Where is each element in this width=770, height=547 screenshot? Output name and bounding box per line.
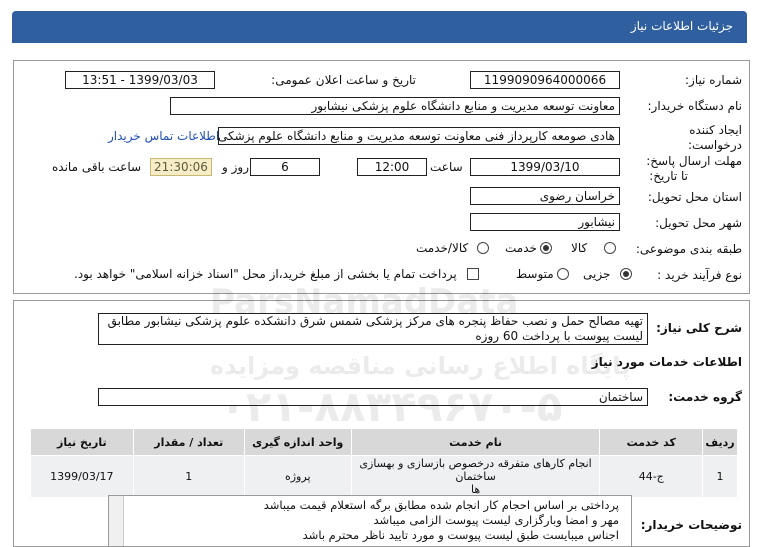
- process-radio-minor[interactable]: [620, 268, 632, 280]
- deadline-date-field: 1399/03/10: [470, 158, 620, 176]
- row-name: انجام کارهای متفرقه درخصوص بازسازی و بهس…: [350, 455, 601, 498]
- summary-line-2: لیست پیوست با پرداخت 60 روزه: [475, 329, 643, 343]
- days-field: 6: [250, 158, 320, 176]
- notes-line-1: پرداختی بر اساس احجام کار انجام شده مطاب…: [263, 498, 619, 512]
- services-section-title: اطلاعات خدمات مورد نیاز: [591, 355, 742, 369]
- category-radio-goods[interactable]: [604, 242, 616, 254]
- announce-date-label: تاریخ و ساعت اعلان عمومی:: [271, 73, 416, 87]
- col-unit: واحد اندازه گیری: [243, 428, 352, 456]
- treasury-payment-note: پرداخت تمام یا بخشی از مبلغ خرید،از محل …: [74, 267, 457, 281]
- province-label: استان محل تحویل:: [647, 190, 742, 204]
- need-info-panel: [13, 60, 750, 294]
- category-option-goods-service: کالا/خدمت: [416, 241, 469, 255]
- row-date: 1399/03/17: [30, 455, 134, 498]
- remaining-label: ساعت باقی مانده: [52, 160, 142, 174]
- process-option-minor: جزیی: [583, 267, 611, 281]
- need-number-field: 1199090964000066: [470, 71, 620, 89]
- creator-label: ایجاد کننده درخواست:: [688, 123, 742, 152]
- creator-field: هادی صومعه کارپرداز فنی معاونت توسعه مدی…: [218, 127, 620, 145]
- process-radio-medium[interactable]: [557, 268, 569, 280]
- buyer-notes-field[interactable]: پرداختی بر اساس احجام کار انجام شده مطاب…: [108, 495, 632, 547]
- city-field: نیشابور: [470, 213, 620, 231]
- category-radio-service[interactable]: [540, 242, 552, 254]
- page-title: جزئیات اطلاعات نیاز: [630, 19, 733, 33]
- col-code: کد خدمت: [599, 428, 704, 456]
- deadline-label: مهلت ارسال پاسخ:: [646, 154, 742, 168]
- notes-line-3: اجناس میبایست طبق لیست پیوست و مورد تایی…: [302, 528, 619, 542]
- category-option-service: خدمت: [505, 241, 537, 255]
- buyer-contact-link[interactable]: اطلاعات تماس خریدار: [108, 129, 219, 143]
- row-name-line-1: انجام کارهای متفرقه درخصوص بازسازی و بهس…: [359, 457, 592, 483]
- announce-date-field: 1399/03/03 - 13:51: [65, 71, 215, 89]
- services-table: ردیف کد خدمت نام خدمت واحد اندازه گیری ت…: [30, 428, 738, 498]
- city-label: شهر محل تحویل:: [655, 216, 742, 230]
- process-label: نوع فرآیند خرید :: [657, 268, 742, 282]
- days-label: روز و: [222, 160, 249, 174]
- col-date: تاریخ نیاز: [30, 428, 134, 456]
- notes-line-2: مهر و امضا وبارگزاری لیست پیوست الزامی م…: [373, 513, 620, 527]
- need-number-label: شماره نیاز:: [685, 73, 742, 87]
- buyer-name-field: معاونت توسعه مدیریت و منابع دانشگاه علوم…: [170, 97, 620, 115]
- category-label: طبقه بندی موضوعی:: [635, 242, 742, 256]
- summary-label: شرح کلی نیاز:: [656, 321, 742, 335]
- col-index: ردیف: [702, 428, 738, 456]
- service-group-field: ساختمان: [98, 388, 648, 406]
- table-row: 1 ج-44 انجام کارهای متفرقه درخصوص بازساز…: [30, 455, 738, 498]
- row-unit: پروژه: [243, 455, 352, 498]
- row-qty: 1: [132, 455, 245, 498]
- deadline-time-field: 12:00: [357, 158, 427, 176]
- row-code: ج-44: [599, 455, 704, 498]
- summary-field: تهیه مصالح حمل و نصب حفاظ پنجره های مرکز…: [98, 313, 648, 345]
- buyer-notes-label: توضیحات خریدار:: [640, 518, 742, 532]
- notes-scrollbar[interactable]: [109, 496, 124, 546]
- page-header: جزئیات اطلاعات نیاز: [12, 11, 747, 43]
- province-field: خراسان رضوی: [470, 187, 620, 205]
- col-qty: تعداد / مقدار: [132, 428, 245, 456]
- process-option-medium: متوسط: [516, 267, 554, 281]
- row-index: 1: [702, 455, 738, 498]
- service-group-label: گروه خدمت:: [668, 390, 742, 404]
- hour-label: ساعت: [430, 160, 463, 174]
- treasury-payment-checkbox[interactable]: [467, 268, 479, 280]
- summary-line-1: تهیه مصالح حمل و نصب حفاظ پنجره های مرکز…: [107, 314, 643, 328]
- col-name: نام خدمت: [350, 428, 601, 456]
- category-option-goods: کالا: [571, 241, 588, 255]
- services-table-header: ردیف کد خدمت نام خدمت واحد اندازه گیری ت…: [30, 428, 738, 456]
- buyer-name-label: نام دستگاه خریدار:: [647, 99, 743, 113]
- deadline-to-label: تا تاریخ:: [649, 169, 688, 183]
- remaining-time-field: 21:30:06: [150, 158, 212, 176]
- category-radio-goods-service[interactable]: [477, 242, 489, 254]
